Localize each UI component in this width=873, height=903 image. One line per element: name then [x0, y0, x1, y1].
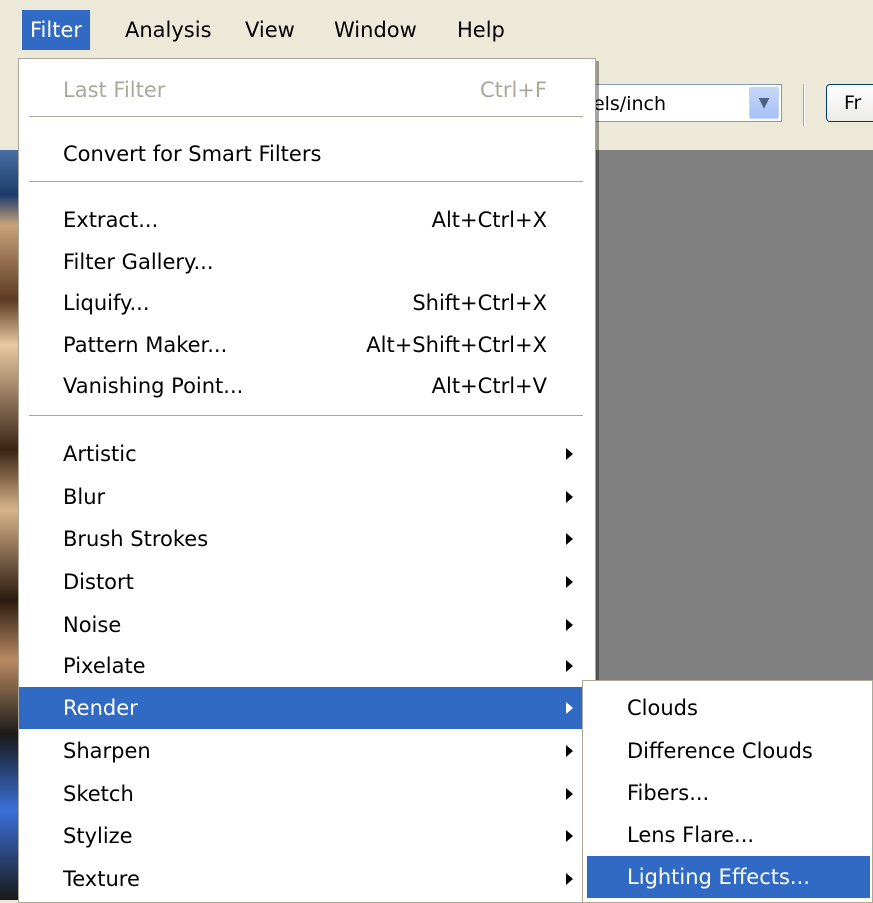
menu-item-label: Distort	[63, 570, 134, 594]
menu-item-sharpen[interactable]: Sharpen	[19, 730, 595, 772]
menu-item-label: Clouds	[627, 696, 698, 720]
menu-window[interactable]: Window	[326, 10, 425, 50]
menu-item-liquify[interactable]: Liquify... Shift+Ctrl+X	[19, 282, 595, 324]
submenu-item-difference-clouds[interactable]: Difference Clouds	[587, 730, 870, 772]
menu-item-label: Extract...	[63, 208, 159, 232]
menu-item-label: Lens Flare...	[627, 823, 755, 847]
menu-item-shortcut: Shift+Ctrl+X	[412, 291, 547, 315]
menu-item-label: Last Filter	[63, 78, 166, 102]
menu-item-brush-strokes[interactable]: Brush Strokes	[19, 518, 595, 560]
menu-item-filter-gallery[interactable]: Filter Gallery...	[19, 241, 595, 283]
submenu-arrow-icon	[566, 702, 573, 714]
filter-menu: Last Filter Ctrl+F Convert for Smart Fil…	[18, 58, 596, 903]
menu-item-last-filter[interactable]: Last Filter Ctrl+F	[19, 69, 595, 111]
menu-item-label: Sharpen	[63, 739, 151, 763]
menu-item-label: Difference Clouds	[627, 739, 813, 763]
menu-item-label: Filter Gallery...	[63, 250, 214, 274]
menu-separator	[29, 415, 583, 417]
menu-item-sketch[interactable]: Sketch	[19, 773, 595, 815]
chevron-down-icon[interactable]: ▼	[749, 87, 779, 119]
resolution-unit-select[interactable]: ixels/inch ▼	[570, 84, 782, 122]
submenu-arrow-icon	[566, 576, 573, 588]
menu-item-label: Brush Strokes	[63, 527, 209, 551]
submenu-arrow-icon	[566, 873, 573, 885]
menu-separator	[29, 116, 583, 118]
front-image-button[interactable]: Fr	[826, 84, 873, 122]
menu-item-label: Blur	[63, 485, 106, 509]
submenu-arrow-icon	[566, 619, 573, 631]
menu-item-texture[interactable]: Texture	[19, 858, 595, 900]
menu-view[interactable]: View	[237, 10, 303, 50]
menu-item-label: Vanishing Point...	[63, 374, 244, 398]
menu-item-label: Fibers...	[627, 781, 710, 805]
menu-item-label: Sketch	[63, 782, 134, 806]
menu-item-label: Lighting Effects...	[627, 865, 810, 889]
menu-item-label: Artistic	[63, 442, 137, 466]
menu-item-shortcut: Ctrl+F	[479, 78, 547, 102]
submenu-arrow-icon	[566, 745, 573, 757]
front-image-button-label: Fr	[844, 92, 862, 114]
menu-item-label: Convert for Smart Filters	[63, 142, 322, 166]
document-image-edge	[0, 150, 18, 900]
menu-item-noise[interactable]: Noise	[19, 604, 595, 646]
menu-item-extract[interactable]: Extract... Alt+Ctrl+X	[19, 199, 595, 241]
menu-item-label: Render	[63, 696, 138, 720]
menu-item-stylize[interactable]: Stylize	[19, 815, 595, 857]
menu-analysis[interactable]: Analysis	[117, 10, 220, 50]
submenu-item-clouds[interactable]: Clouds	[587, 687, 870, 729]
menu-item-label: Pattern Maker...	[63, 333, 228, 357]
submenu-item-fibers[interactable]: Fibers...	[587, 772, 870, 814]
submenu-arrow-icon	[566, 491, 573, 503]
menu-item-pixelate[interactable]: Pixelate	[19, 645, 595, 687]
menu-filter[interactable]: Filter	[22, 10, 91, 50]
menu-item-shortcut: Alt+Ctrl+V	[431, 374, 547, 398]
menu-item-render[interactable]: Render	[19, 687, 595, 729]
menu-item-pattern-maker[interactable]: Pattern Maker... Alt+Shift+Ctrl+X	[19, 324, 595, 366]
menu-item-label: Stylize	[63, 824, 133, 848]
menu-item-blur[interactable]: Blur	[19, 476, 595, 518]
render-submenu: Clouds Difference Clouds Fibers... Lens …	[582, 680, 873, 903]
menu-item-shortcut: Alt+Shift+Ctrl+X	[366, 333, 547, 357]
menu-item-label: Noise	[63, 613, 122, 637]
submenu-arrow-icon	[566, 788, 573, 800]
menu-item-convert-smart-filters[interactable]: Convert for Smart Filters	[19, 133, 595, 175]
submenu-arrow-icon	[566, 830, 573, 842]
menu-separator	[29, 181, 583, 183]
menu-item-label: Texture	[63, 867, 140, 891]
menu-item-vanishing-point[interactable]: Vanishing Point... Alt+Ctrl+V	[19, 365, 595, 407]
submenu-item-lens-flare[interactable]: Lens Flare...	[587, 814, 870, 856]
submenu-arrow-icon	[566, 660, 573, 672]
menu-item-label: Pixelate	[63, 654, 146, 678]
menu-bar: Filter Analysis View Window Help	[0, 0, 873, 58]
menu-help[interactable]: Help	[449, 10, 513, 50]
submenu-item-lighting-effects[interactable]: Lighting Effects...	[587, 856, 870, 898]
submenu-arrow-icon	[566, 448, 573, 460]
menu-item-artistic[interactable]: Artistic	[19, 433, 595, 475]
submenu-arrow-icon	[566, 533, 573, 545]
menu-item-shortcut: Alt+Ctrl+X	[431, 208, 547, 232]
menu-item-label: Liquify...	[63, 291, 150, 315]
toolbar-separator	[803, 84, 805, 126]
menu-item-distort[interactable]: Distort	[19, 561, 595, 603]
